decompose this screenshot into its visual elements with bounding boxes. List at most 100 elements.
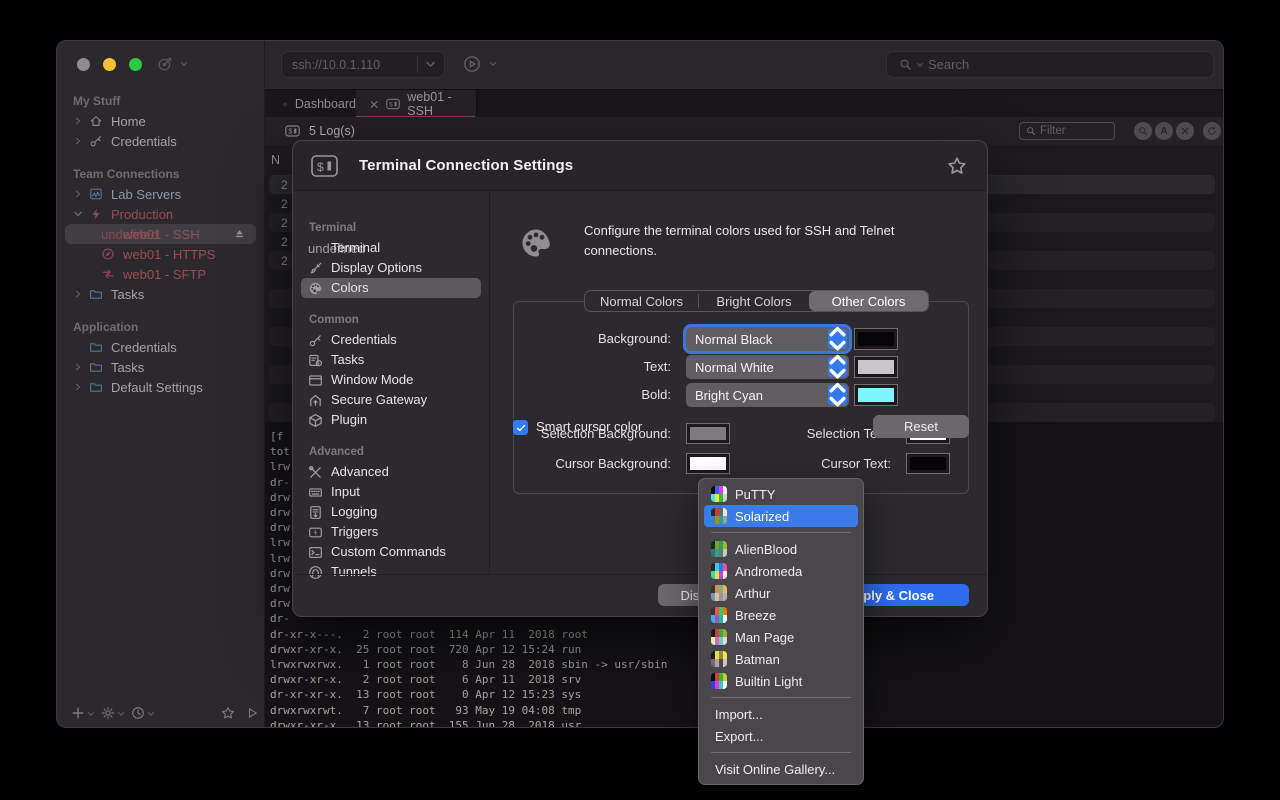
sidebar-item-home[interactable]: Home bbox=[65, 111, 256, 131]
dialog-nav-item-plugin[interactable]: Plugin bbox=[301, 410, 481, 430]
color-swatch-1[interactable] bbox=[854, 356, 898, 378]
sidebar-item-lab-servers[interactable]: Lab Servers bbox=[65, 184, 256, 204]
zoom-search-button[interactable] bbox=[1134, 122, 1152, 140]
history-chevron-icon[interactable] bbox=[147, 710, 155, 718]
menu-item-arthur[interactable]: Arthur bbox=[704, 582, 858, 604]
color-chip bbox=[858, 388, 894, 402]
close-window-button[interactable] bbox=[77, 58, 90, 71]
search-input[interactable] bbox=[928, 57, 1213, 72]
search-scope-chevron-icon[interactable] bbox=[916, 61, 924, 69]
dialog-nav-item-window-mode[interactable]: Window Mode bbox=[301, 370, 481, 390]
minimize-window-button[interactable] bbox=[103, 58, 116, 71]
chevron-right-icon[interactable] bbox=[73, 362, 83, 372]
color-tab-normal-colors[interactable]: Normal Colors bbox=[585, 291, 698, 311]
address-chevron-icon[interactable] bbox=[425, 59, 436, 70]
dialog-nav-item-logging[interactable]: Logging bbox=[301, 502, 481, 522]
popup-selected-value: Normal Black bbox=[695, 332, 772, 347]
color-tab-bright-colors[interactable]: Bright Colors bbox=[699, 291, 809, 311]
sidebar-item-tasks[interactable]: Tasks bbox=[65, 357, 256, 377]
close-tab-icon[interactable] bbox=[369, 99, 379, 110]
menu-item-builtin-light[interactable]: Builtin Light bbox=[704, 670, 858, 692]
dialog-nav-item-terminal[interactable]: undefinedTerminal bbox=[301, 238, 481, 258]
dialog-nav-item-secure-gateway[interactable]: Secure Gateway bbox=[301, 390, 481, 410]
color-tab-other-colors[interactable]: Other Colors bbox=[809, 291, 928, 311]
filter-input[interactable] bbox=[1040, 125, 1104, 137]
sidebar-item-credentials[interactable]: Credentials bbox=[65, 337, 256, 357]
tab-session-active[interactable]: $ web01 - SSH bbox=[356, 90, 477, 118]
connect-controls bbox=[463, 55, 497, 73]
settings-gear-button[interactable] bbox=[101, 704, 115, 722]
popup-selected-value: Normal White bbox=[695, 360, 774, 375]
favorite-star-icon[interactable] bbox=[947, 156, 967, 176]
dialog-nav-item-tasks[interactable]: Tasks bbox=[301, 350, 481, 370]
menu-item-breeze[interactable]: Breeze bbox=[704, 604, 858, 626]
dialog-nav-item-credentials[interactable]: Credentials bbox=[301, 330, 481, 350]
add-chevron-icon[interactable] bbox=[87, 710, 95, 718]
dialog-nav-item-input[interactable]: Input bbox=[301, 482, 481, 502]
chevron-right-icon[interactable] bbox=[73, 116, 83, 126]
play-circle-icon[interactable] bbox=[463, 55, 481, 73]
dialog-nav-gap bbox=[293, 430, 489, 442]
dialog-nav-item-colors[interactable]: Colors bbox=[301, 278, 481, 298]
chevron-down-icon[interactable] bbox=[73, 209, 83, 219]
maximize-window-button[interactable] bbox=[129, 58, 142, 71]
menu-item-import-[interactable]: Import... bbox=[704, 703, 858, 725]
popup-text[interactable]: Normal White bbox=[686, 355, 849, 379]
tab-dashboard[interactable]: Dashboard bbox=[265, 90, 356, 118]
gear-chevron-icon[interactable] bbox=[117, 710, 125, 718]
menu-item-solarized[interactable]: Solarized bbox=[704, 505, 858, 527]
dialog-nav-item-triggers[interactable]: Triggers bbox=[301, 522, 481, 542]
popup-stepper-icon[interactable] bbox=[828, 357, 847, 377]
menu-item-man-page[interactable]: Man Page bbox=[704, 626, 858, 648]
filter-field[interactable] bbox=[1019, 122, 1115, 140]
menu-item-label: Visit Online Gallery... bbox=[715, 762, 835, 777]
sidebar-item-default-settings[interactable]: Default Settings bbox=[65, 377, 256, 397]
terminal-icon: undefined bbox=[308, 241, 323, 256]
popup-stepper-icon[interactable] bbox=[828, 385, 847, 405]
popup-background[interactable]: Normal Black bbox=[686, 327, 849, 351]
color-swatch-0[interactable] bbox=[854, 328, 898, 350]
address-input[interactable] bbox=[292, 58, 404, 72]
dialog-nav-item-advanced[interactable]: Advanced bbox=[301, 462, 481, 482]
chevron-right-icon[interactable] bbox=[73, 289, 83, 299]
sidebar-item-tasks[interactable]: Tasks bbox=[65, 284, 256, 304]
tab-session-label: web01 - SSH bbox=[407, 90, 476, 118]
eject-icon[interactable] bbox=[233, 227, 246, 240]
sidebar-item-credentials[interactable]: Credentials bbox=[65, 131, 256, 151]
menu-item-alienblood[interactable]: AlienBlood bbox=[704, 538, 858, 560]
play-button[interactable] bbox=[245, 704, 259, 722]
menu-item-batman[interactable]: Batman bbox=[704, 648, 858, 670]
menu-item-andromeda[interactable]: Andromeda bbox=[704, 560, 858, 582]
chevron-right-icon[interactable] bbox=[73, 136, 83, 146]
search-field[interactable] bbox=[886, 51, 1214, 78]
history-button[interactable] bbox=[131, 704, 145, 722]
menu-item-putty[interactable]: PuTTY bbox=[704, 483, 858, 505]
smart-cursor-checkbox[interactable] bbox=[513, 420, 528, 435]
menu-item-label: PuTTY bbox=[735, 487, 775, 502]
reset-button[interactable]: Reset bbox=[873, 415, 969, 438]
chevron-right-icon[interactable] bbox=[73, 382, 83, 392]
menu-item-export-[interactable]: Export... bbox=[704, 725, 858, 747]
popup-stepper-icon[interactable] bbox=[828, 329, 847, 349]
color-well-cursor-background-[interactable] bbox=[686, 453, 730, 474]
favorite-star-button[interactable] bbox=[221, 704, 235, 722]
clear-button[interactable] bbox=[1176, 122, 1194, 140]
sidebar-item-production[interactable]: Production bbox=[65, 204, 256, 224]
menu-item-visit-online-gallery-[interactable]: Visit Online Gallery... bbox=[704, 758, 858, 780]
sidebar-item-web01-sftp[interactable]: web01 - SFTP bbox=[65, 264, 256, 284]
dialog-nav-item-custom-commands[interactable]: Custom Commands bbox=[301, 542, 481, 562]
color-well-selection-background-[interactable] bbox=[686, 423, 730, 444]
color-swatch-2[interactable] bbox=[854, 384, 898, 406]
font-size-button[interactable]: A bbox=[1155, 122, 1173, 140]
dialog-nav-item-display-options[interactable]: Display Options bbox=[301, 258, 481, 278]
address-bar[interactable] bbox=[281, 51, 445, 78]
sidebar-item-web01-https[interactable]: web01 - HTTPS bbox=[65, 244, 256, 264]
chevron-right-icon[interactable] bbox=[73, 189, 83, 199]
refresh-button[interactable] bbox=[1203, 122, 1221, 140]
sidebar-item-web01-ssh[interactable]: undefinedweb01 - SSH bbox=[65, 224, 256, 244]
add-button[interactable] bbox=[71, 704, 85, 722]
connect-chevron-icon[interactable] bbox=[489, 60, 497, 68]
connect-menu-button[interactable] bbox=[157, 56, 188, 72]
popup-bold[interactable]: Bright Cyan bbox=[686, 383, 849, 407]
color-well-cursor-text-[interactable] bbox=[906, 453, 950, 474]
